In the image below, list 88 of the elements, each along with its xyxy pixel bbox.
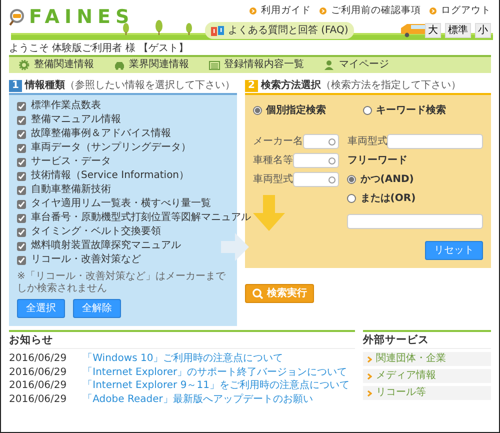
freeword-field[interactable] xyxy=(347,214,483,229)
checkbox[interactable] xyxy=(17,228,26,236)
nav-item[interactable]: 登録情報内容一覧 xyxy=(199,57,314,73)
news-link[interactable]: 「Adobe Reader」最新版へアップデートのお願い xyxy=(82,392,313,406)
logo: FAINES xyxy=(29,8,134,27)
panel-title: 検索方法選択 xyxy=(260,80,321,91)
section-title: お知らせ xyxy=(9,332,355,349)
checkbox-label[interactable]: 車台番号・原動機型式打刻位置等図解マニュアル xyxy=(31,211,251,225)
down-arrow-icon xyxy=(253,195,285,231)
checkbox[interactable] xyxy=(17,200,26,208)
checkbox[interactable] xyxy=(17,102,26,110)
news-link[interactable]: 「Internet Explorer」のサポート終了バージョンについて xyxy=(82,366,348,379)
checkbox-label[interactable]: リコール・改善対策など xyxy=(31,253,141,267)
nav-item[interactable]: マイページ xyxy=(314,57,399,73)
circle-icon xyxy=(328,156,336,164)
field-label: メーカー名 xyxy=(253,135,303,149)
checkbox-label[interactable]: 燃料噴射装置故障探究マニュアル xyxy=(31,239,181,253)
chevron-circle-icon xyxy=(319,7,327,16)
freeword-title: フリーワード xyxy=(347,154,408,168)
chevron-icon xyxy=(367,372,372,380)
checkbox[interactable] xyxy=(17,158,26,166)
font-size-button[interactable]: 小 xyxy=(475,23,491,38)
step-number: 2 xyxy=(245,80,258,92)
radio-button[interactable] xyxy=(347,194,356,203)
news-link[interactable]: 「Windows 10」ご利用時の注意点について xyxy=(82,352,284,366)
person-icon xyxy=(324,60,335,70)
checkbox[interactable] xyxy=(17,242,26,250)
faq-button[interactable]: よくある質問と回答 (FAQ) xyxy=(204,22,354,40)
input-field[interactable] xyxy=(387,134,483,149)
radio-button[interactable] xyxy=(363,106,372,115)
radio-button[interactable] xyxy=(253,106,262,115)
radio-label[interactable]: または(OR) xyxy=(360,191,416,206)
font-size-button[interactable]: 大 xyxy=(425,23,441,38)
magnifier-car-icon xyxy=(9,9,25,26)
nav-item[interactable]: 整備関連情報 xyxy=(9,57,104,73)
chevron-icon xyxy=(367,356,372,362)
checkbox-label[interactable]: サービス・データ xyxy=(31,155,111,169)
news-date: 2016/06/29 xyxy=(9,366,67,379)
checkbox[interactable] xyxy=(17,172,26,180)
checkbox[interactable] xyxy=(17,130,26,138)
input-field[interactable] xyxy=(303,134,340,149)
step-number: 1 xyxy=(9,80,22,92)
news-date: 2016/06/29 xyxy=(9,379,67,392)
field-label: 車種名等 xyxy=(253,154,293,168)
right-arrow-icon xyxy=(221,231,249,263)
panel-hint: （検索方法を指定して下さい） xyxy=(320,80,461,91)
top-link[interactable]: ご利用前の確認事項 xyxy=(319,4,421,18)
checkbox[interactable] xyxy=(17,144,26,152)
checkbox[interactable] xyxy=(17,214,26,222)
chevron-icon xyxy=(367,390,372,396)
nav-item[interactable]: 業界関連情報 xyxy=(104,57,199,73)
radio-button[interactable] xyxy=(347,175,356,184)
checkbox[interactable] xyxy=(17,256,26,264)
search-icon xyxy=(252,288,263,299)
checkbox-label[interactable]: 故障整備事例＆アドバイス情報 xyxy=(31,127,171,141)
gear-icon xyxy=(19,60,30,70)
news-date: 2016/06/29 xyxy=(9,352,67,366)
circle-icon xyxy=(328,176,336,184)
checkbox-label[interactable]: 整備マニュアル情報 xyxy=(31,113,121,127)
checkbox[interactable] xyxy=(17,116,26,124)
checkbox-label[interactable]: 標準作業点数表 xyxy=(31,99,101,113)
radio-label[interactable]: かつ(AND) xyxy=(360,172,414,187)
note-text: ※「リコール・改善対策など」はメーカーまでしか検索されません xyxy=(17,271,226,295)
checkbox-label[interactable]: タイミング・ベルト交換要領 xyxy=(31,225,161,239)
field-label: 車両型式 xyxy=(253,172,293,187)
radio-label[interactable]: キーワード検索 xyxy=(376,103,446,118)
circle-icon xyxy=(328,138,336,146)
car-icon xyxy=(114,60,125,70)
panel-title: 情報種類 xyxy=(24,80,65,91)
section-title: 外部サービス xyxy=(363,332,491,349)
checkbox[interactable] xyxy=(17,186,26,194)
checkbox-label[interactable]: タイヤ適用リム一覧表・横すべり量一覧 xyxy=(31,197,211,211)
input-field[interactable] xyxy=(293,172,340,187)
top-link[interactable]: ログアウト xyxy=(429,4,491,18)
list-icon xyxy=(209,60,220,70)
checkbox-label[interactable]: 技術情報（Service Information） xyxy=(31,169,190,183)
panel-hint: （参照したい情報を選択して下さい） xyxy=(64,80,235,91)
chevron-circle-icon xyxy=(429,7,437,16)
chevron-circle-icon xyxy=(249,7,257,16)
font-size-button[interactable]: 標準 xyxy=(445,23,471,38)
checkbox-label[interactable]: 自動車整備新技術 xyxy=(31,183,111,197)
checkbox-label[interactable]: 車両データ（サンプリングデータ） xyxy=(31,141,191,155)
radio-label[interactable]: 個別指定検索 xyxy=(266,103,326,118)
field-label: 車両型式 xyxy=(347,134,388,149)
news-date: 2016/06/29 xyxy=(9,392,67,406)
input-field[interactable] xyxy=(293,153,340,168)
welcome-text: ようこそ 体験版ご利用者 様 【ゲスト】 xyxy=(9,42,190,55)
top-link[interactable]: 利用ガイド xyxy=(249,4,311,18)
